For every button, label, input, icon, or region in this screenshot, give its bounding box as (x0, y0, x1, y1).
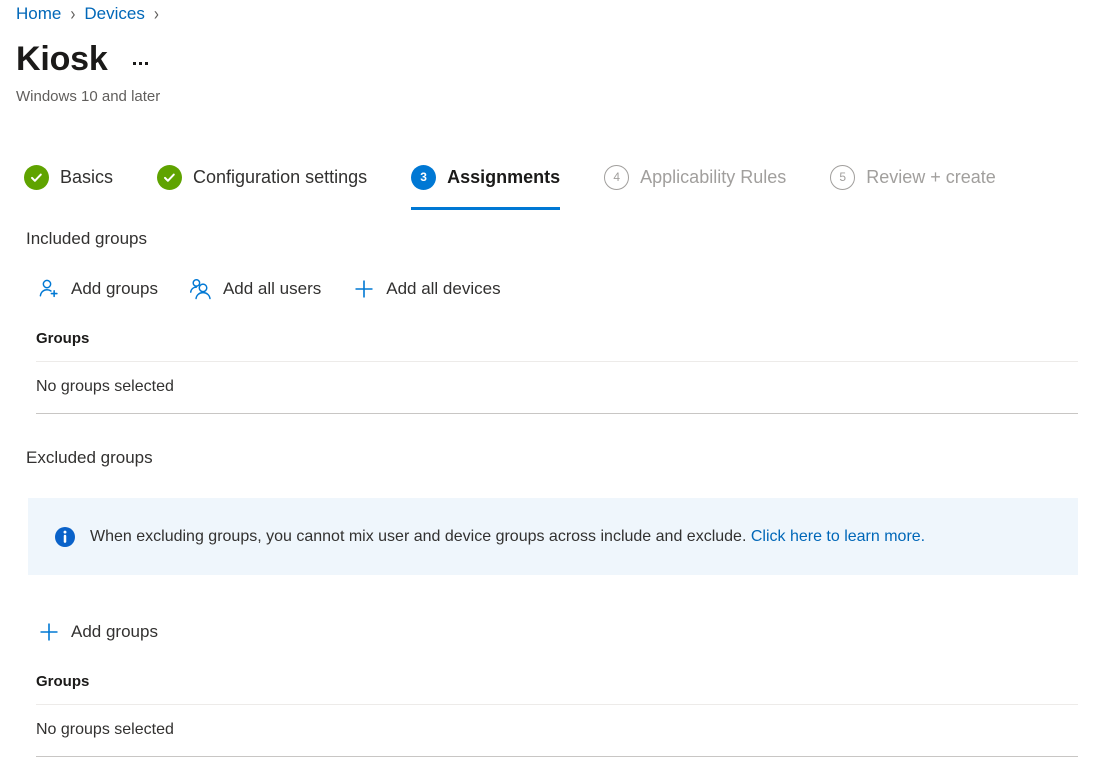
tab-review-create-label: Review + create (866, 167, 996, 188)
page-header: Kiosk (16, 38, 151, 80)
excluded-groups-heading: Excluded groups (26, 448, 153, 468)
tab-applicability-rules[interactable]: 4 Applicability Rules (604, 158, 786, 206)
tab-configuration-settings[interactable]: Configuration settings (157, 158, 367, 206)
add-excluded-groups-button[interactable]: Add groups (36, 615, 158, 649)
ellipsis-dot (133, 62, 136, 65)
tab-basics[interactable]: Basics (24, 158, 113, 206)
ellipsis-dot (145, 62, 148, 65)
included-groups-heading: Included groups (26, 229, 147, 249)
more-options-icon[interactable] (130, 59, 151, 68)
breadcrumb-separator-icon: › (154, 3, 159, 24)
add-excluded-groups-label: Add groups (71, 622, 158, 642)
step-number-badge: 5 (830, 165, 855, 190)
page-subtitle: Windows 10 and later (16, 88, 160, 105)
table-column-header-groups: Groups (36, 330, 1078, 362)
breadcrumb-item-devices[interactable]: Devices (84, 4, 144, 24)
breadcrumb-separator-icon: › (70, 3, 75, 24)
tab-applicability-rules-label: Applicability Rules (640, 167, 786, 188)
ellipsis-dot (139, 62, 142, 65)
tab-review-create[interactable]: 5 Review + create (830, 158, 996, 206)
included-groups-command-bar: Add groups Add all users Add all devices (36, 272, 501, 306)
step-complete-icon (24, 165, 49, 190)
exclusion-info-text: When excluding groups, you cannot mix us… (90, 528, 925, 546)
breadcrumb-item-home[interactable]: Home (16, 4, 61, 24)
step-complete-icon (157, 165, 182, 190)
add-all-users-button[interactable]: Add all users (188, 272, 321, 306)
tab-assignments-label: Assignments (447, 167, 560, 188)
excluded-groups-command-bar: Add groups (36, 615, 158, 649)
users-icon (188, 276, 214, 302)
table-row: No groups selected (36, 362, 1078, 414)
page-title: Kiosk (16, 38, 108, 80)
table-column-header-groups: Groups (36, 673, 1078, 705)
active-tab-indicator (411, 207, 560, 210)
tab-basics-label: Basics (60, 167, 113, 188)
excluded-groups-table: Groups No groups selected (36, 673, 1078, 757)
add-all-devices-button[interactable]: Add all devices (351, 272, 500, 306)
step-number-badge: 4 (604, 165, 629, 190)
plus-icon (351, 276, 377, 302)
add-user-icon (36, 276, 62, 302)
tab-configuration-settings-label: Configuration settings (193, 167, 367, 188)
wizard-steps: Basics Configuration settings 3 Assignme… (24, 158, 996, 206)
included-groups-table: Groups No groups selected (36, 330, 1078, 414)
tab-assignments[interactable]: 3 Assignments (411, 158, 560, 206)
add-all-users-label: Add all users (223, 279, 321, 299)
add-all-devices-label: Add all devices (386, 279, 500, 299)
learn-more-link[interactable]: Click here to learn more. (751, 528, 925, 545)
plus-icon (36, 619, 62, 645)
info-icon (54, 526, 76, 548)
exclusion-info-banner: When excluding groups, you cannot mix us… (28, 498, 1078, 575)
breadcrumb: Home › Devices › (16, 2, 168, 26)
add-groups-button[interactable]: Add groups (36, 272, 158, 306)
exclusion-info-message: When excluding groups, you cannot mix us… (90, 528, 751, 545)
step-number-badge: 3 (411, 165, 436, 190)
table-row: No groups selected (36, 705, 1078, 757)
add-groups-label: Add groups (71, 279, 158, 299)
